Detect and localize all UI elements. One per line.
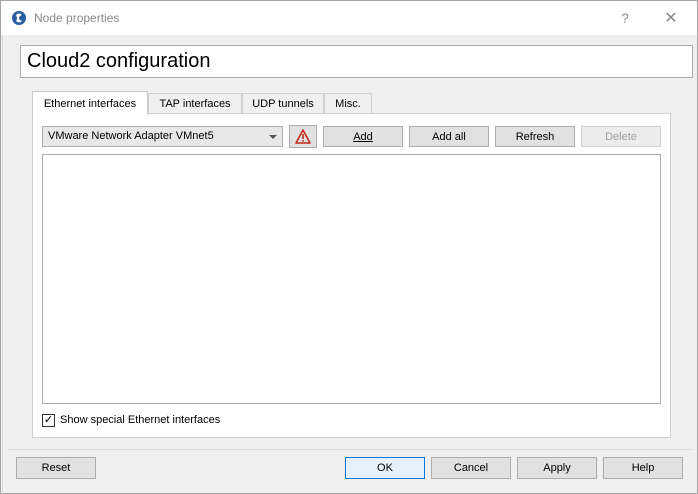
- add-all-button-label: Add all: [432, 130, 466, 143]
- tab-tap-interfaces[interactable]: TAP interfaces: [148, 93, 242, 114]
- chevron-down-icon: [269, 135, 277, 139]
- show-special-interfaces-row[interactable]: ✓ Show special Ethernet interfaces: [42, 412, 220, 428]
- show-special-interfaces-label: Show special Ethernet interfaces: [60, 414, 221, 426]
- add-all-button[interactable]: Add all: [409, 126, 489, 147]
- reset-button-label: Reset: [41, 462, 71, 474]
- window-title: Node properties: [34, 11, 120, 25]
- divider: [8, 449, 693, 450]
- ok-button[interactable]: OK: [345, 457, 425, 479]
- apply-button-label: Apply: [543, 462, 571, 474]
- configuration-title: Cloud2 configuration: [27, 50, 211, 72]
- close-button[interactable]: ✕: [655, 5, 687, 31]
- cancel-button-label: Cancel: [453, 462, 489, 474]
- refresh-button-label: Refresh: [515, 130, 555, 143]
- tab-label: Misc.: [335, 98, 361, 110]
- node-properties-dialog: Node properties ? ✕ Cloud2 configuration…: [0, 0, 698, 494]
- apply-button[interactable]: Apply: [517, 457, 597, 479]
- show-special-interfaces-checkbox[interactable]: ✓: [42, 413, 55, 427]
- title-bar[interactable]: Node properties ? ✕: [1, 1, 697, 35]
- tab-ethernet-interfaces[interactable]: Ethernet interfaces: [32, 91, 148, 115]
- adapter-select[interactable]: VMware Network Adapter VMnet5: [42, 126, 283, 147]
- ok-button-label: OK: [377, 462, 393, 474]
- tab-label: TAP interfaces: [159, 98, 231, 110]
- add-button-label: Add: [353, 130, 373, 143]
- refresh-button[interactable]: Refresh: [495, 126, 575, 147]
- tab-udp-tunnels[interactable]: UDP tunnels: [242, 93, 324, 114]
- tab-label: UDP tunnels: [252, 98, 314, 110]
- warning-triangle-icon: [295, 129, 311, 144]
- delete-button-label: Delete: [605, 130, 637, 143]
- reset-button[interactable]: Reset: [16, 457, 96, 479]
- delete-button[interactable]: Delete: [581, 126, 661, 147]
- help-button[interactable]: Help: [603, 457, 683, 479]
- tab-label: Ethernet interfaces: [43, 97, 137, 110]
- resize-grip[interactable]: [2, 36, 4, 494]
- cancel-button[interactable]: Cancel: [431, 457, 511, 479]
- gns3-app-icon: [12, 11, 26, 25]
- adapter-select-value: VMware Network Adapter VMnet5: [48, 130, 214, 142]
- help-button-label: Help: [631, 462, 655, 474]
- configuration-header: Cloud2 configuration: [20, 45, 693, 78]
- add-button[interactable]: Add: [323, 126, 403, 147]
- ethernet-interfaces-list[interactable]: [42, 154, 661, 404]
- warning-button[interactable]: [289, 125, 317, 148]
- tab-misc[interactable]: Misc.: [324, 93, 372, 114]
- help-title-button[interactable]: ?: [609, 5, 641, 31]
